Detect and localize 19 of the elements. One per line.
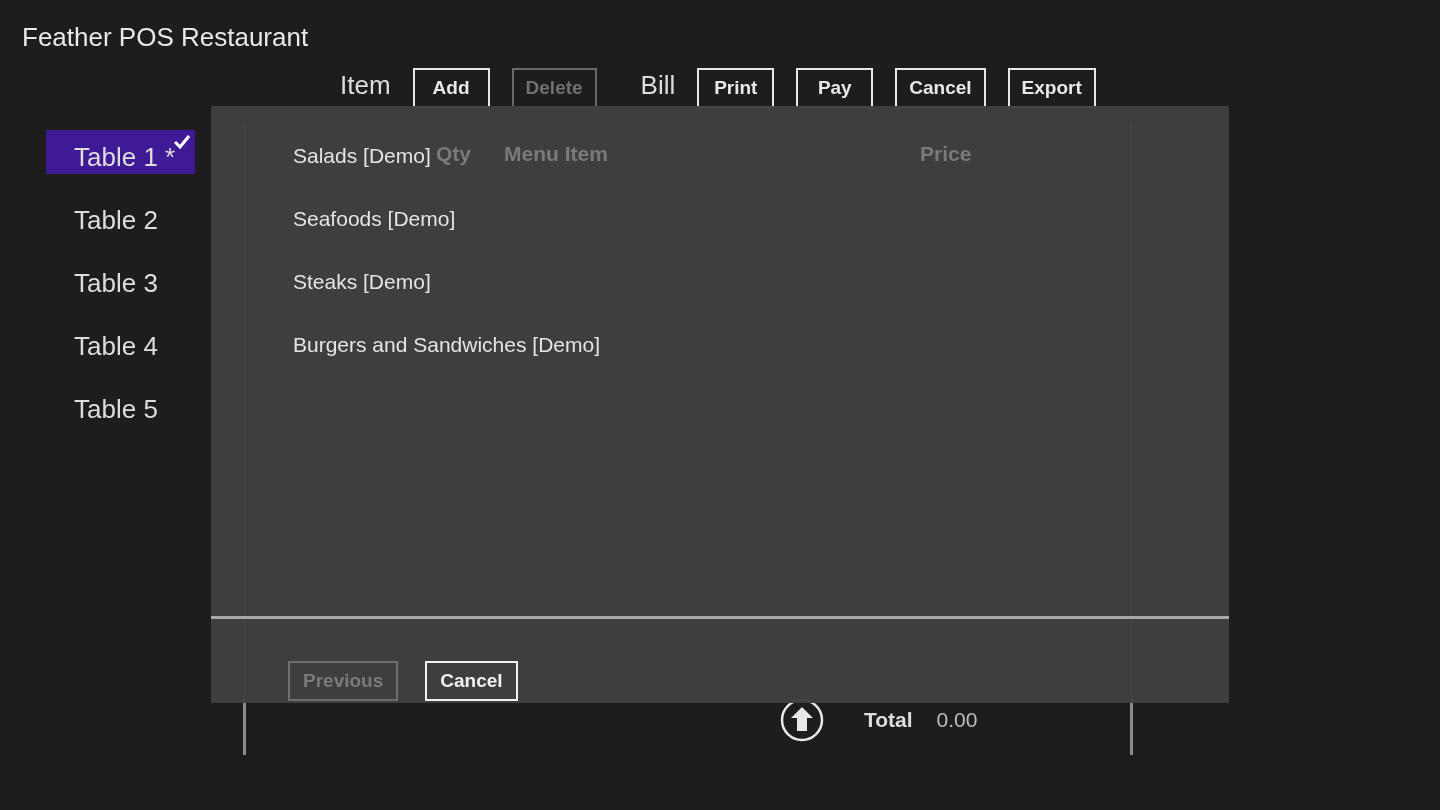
category-item[interactable]: Burgers and Sandwiches [Demo]	[293, 333, 600, 361]
column-header: Menu Item	[504, 142, 609, 166]
table-item[interactable]: Table 1 *	[46, 130, 195, 174]
table-item[interactable]: Table 2	[46, 193, 195, 237]
table-item[interactable]: Table 5	[46, 382, 195, 426]
checkmark-icon	[174, 135, 190, 149]
table-item[interactable]: Table 4	[46, 319, 195, 363]
total-value: 0.00	[936, 708, 978, 732]
column-header: Price	[920, 142, 973, 166]
category-item[interactable]: Seafoods [Demo]	[293, 207, 456, 235]
dialog-button[interactable]: Cancel	[425, 661, 518, 701]
category-item[interactable]: Steaks [Demo]	[293, 270, 431, 298]
group-label: Item	[340, 70, 391, 101]
group-label: Bill	[640, 70, 676, 101]
table-item[interactable]: Table 3	[46, 256, 195, 300]
category-item[interactable]: Salads [Demo]	[293, 144, 431, 172]
total-label: Total	[864, 708, 913, 732]
app-title: Feather POS Restaurant	[22, 22, 309, 54]
column-header: Qty	[436, 142, 472, 166]
